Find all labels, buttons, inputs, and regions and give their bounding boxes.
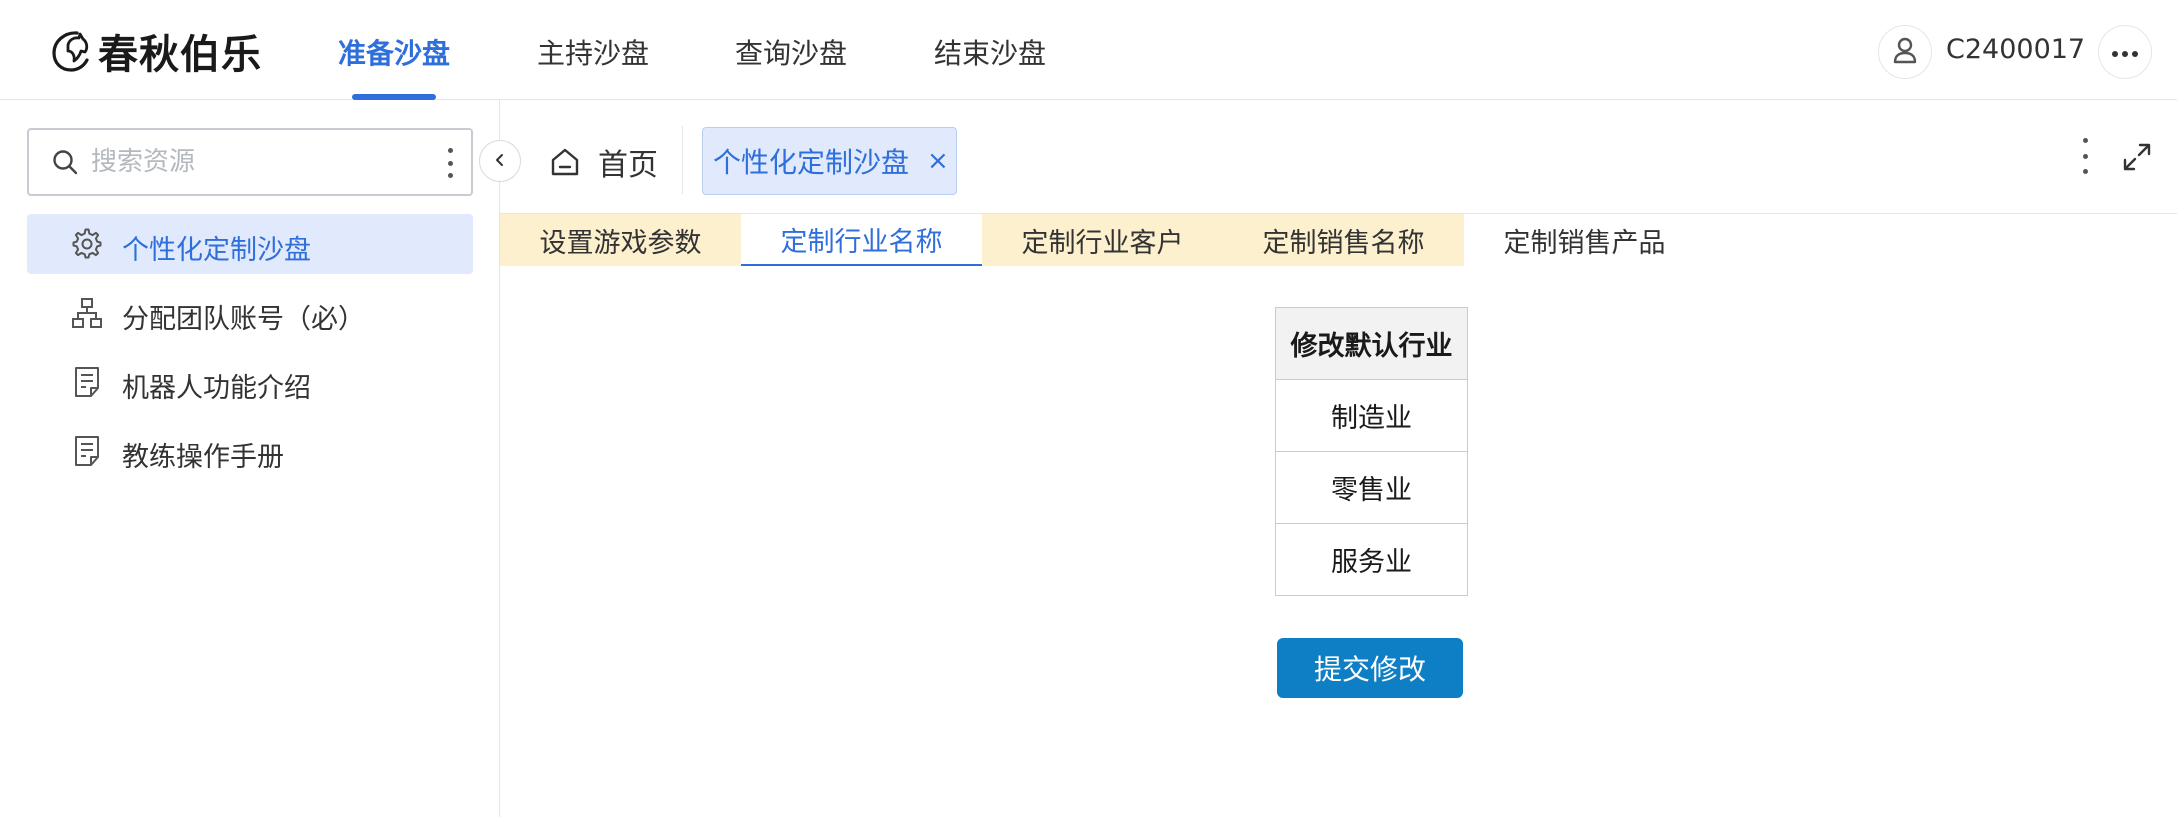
search-options-icon[interactable] [445, 148, 455, 178]
subtab-industry-names[interactable]: 定制行业名称 [741, 214, 982, 266]
subtab-sales-products[interactable]: 定制销售产品 [1464, 214, 1705, 266]
document-icon [71, 435, 103, 467]
tab-options-icon[interactable] [2080, 138, 2090, 174]
sandbox-sub-tabs: 设置游戏参数 定制行业名称 定制行业客户 定制销售名称 定制销售产品 [500, 214, 1705, 266]
sidebar-item-label: 机器人功能介绍 [122, 373, 311, 404]
table-row: 零售业 [1275, 451, 1468, 524]
industry-cell-retail[interactable]: 零售业 [1275, 451, 1468, 524]
subtab-sales-names[interactable]: 定制销售名称 [1223, 214, 1464, 266]
table-header: 修改默认行业 [1275, 307, 1468, 380]
table-row: 服务业 [1275, 523, 1468, 596]
search-input[interactable] [89, 146, 419, 178]
top-nav-host-sandbox[interactable]: 主持沙盘 [537, 32, 649, 72]
sidebar-item-label: 分配团队账号（必） [122, 304, 365, 335]
document-icon [71, 366, 103, 398]
user-icon [1890, 35, 1920, 69]
sidebar-item-robot-intro[interactable]: 机器人功能介绍 [27, 352, 473, 412]
brand-logo[interactable]: 春秋伯乐 [46, 24, 262, 78]
sidebar-item-assign-team-accounts[interactable]: 分配团队账号（必） [27, 283, 473, 343]
org-chart-icon [71, 297, 103, 329]
sidebar: 个性化定制沙盘 分配团队账号（必） 机器人功能介绍 [0, 100, 500, 817]
horse-head-logo-icon [46, 26, 96, 76]
table-row: 制造业 [1275, 379, 1468, 452]
page-tabs-bar: 首页 个性化定制沙盘 × [500, 100, 2177, 214]
sidebar-item-coach-manual[interactable]: 教练操作手册 [27, 421, 473, 481]
user-avatar[interactable] [1878, 25, 1932, 79]
search-icon [51, 148, 79, 176]
more-menu-button[interactable] [2098, 25, 2152, 79]
top-nav-query-sandbox[interactable]: 查询沙盘 [735, 32, 847, 72]
sidebar-item-custom-sandbox[interactable]: 个性化定制沙盘 [27, 214, 473, 274]
home-icon [548, 145, 582, 179]
user-id[interactable]: C2400017 [1946, 34, 2085, 65]
submit-changes-button[interactable]: 提交修改 [1277, 638, 1463, 698]
close-icon[interactable]: × [927, 146, 949, 176]
sidebar-item-label: 个性化定制沙盘 [122, 235, 311, 266]
subtab-industry-customers[interactable]: 定制行业客户 [982, 214, 1223, 266]
top-nav-prepare-sandbox[interactable]: 准备沙盘 [338, 32, 450, 72]
brand-name: 春秋伯乐 [98, 31, 262, 78]
gear-icon [71, 228, 103, 260]
top-bar: 春秋伯乐 准备沙盘 主持沙盘 查询沙盘 结束沙盘 C2400017 [0, 0, 2177, 100]
industry-cell-manufacturing[interactable]: 制造业 [1275, 379, 1468, 452]
sidebar-collapse-button[interactable] [479, 140, 521, 182]
chevron-left-icon [493, 152, 507, 171]
more-horizontal-icon [2111, 43, 2139, 62]
sidebar-item-label: 教练操作手册 [122, 442, 284, 473]
table-header-row: 修改默认行业 [1275, 307, 1468, 380]
search-box[interactable] [27, 128, 473, 196]
tab-custom-sandbox[interactable]: 个性化定制沙盘 × [702, 127, 957, 195]
top-nav-end-sandbox[interactable]: 结束沙盘 [934, 32, 1046, 72]
tab-divider [682, 126, 683, 194]
tab-home[interactable]: 首页 [548, 140, 658, 184]
open-tab-label: 个性化定制沙盘 [713, 146, 910, 179]
industry-table: 修改默认行业 制造业 零售业 服务业 [1275, 307, 1468, 596]
home-tab-label: 首页 [598, 148, 658, 183]
industry-cell-service[interactable]: 服务业 [1275, 523, 1468, 596]
fullscreen-icon[interactable] [2120, 140, 2154, 174]
subtab-game-params[interactable]: 设置游戏参数 [500, 214, 741, 266]
